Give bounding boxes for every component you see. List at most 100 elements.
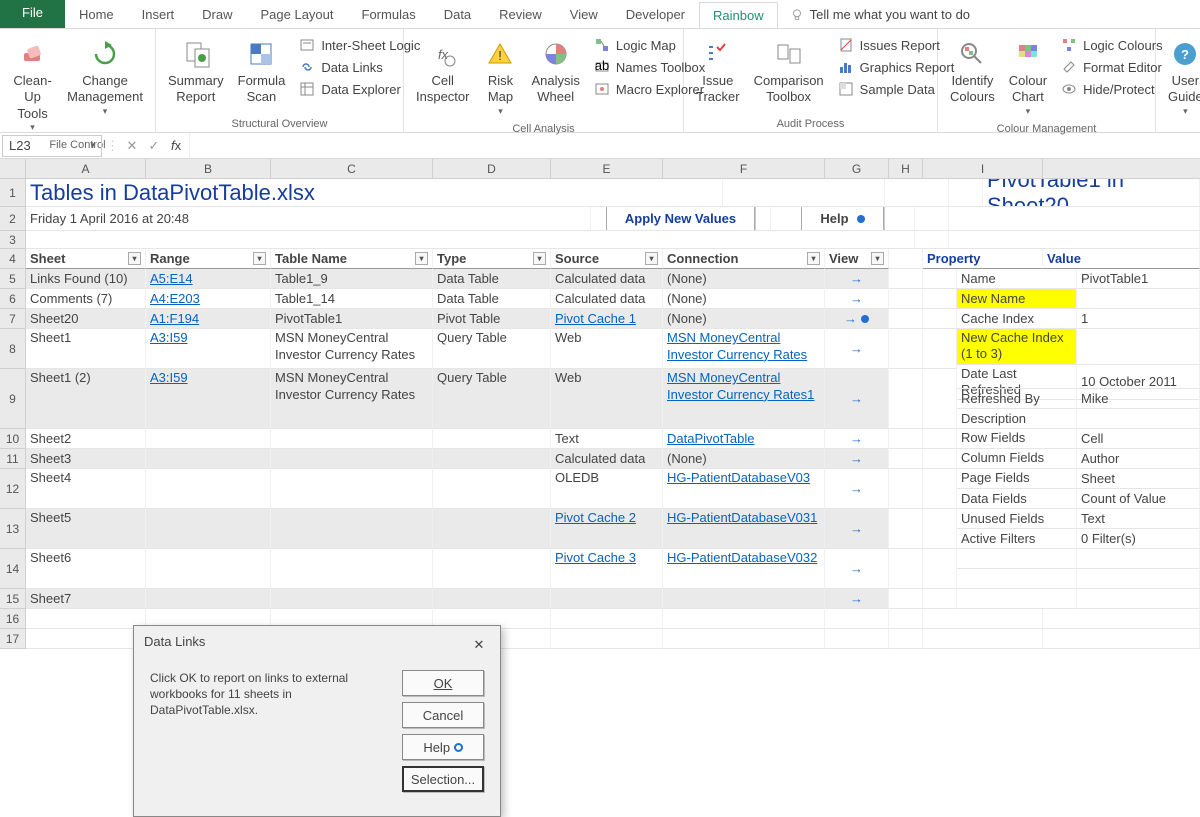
cell-link[interactable]: MSN MoneyCentral Investor Currency Rates… <box>667 370 820 404</box>
colour-chart-button[interactable]: Colour Chart▾ <box>1003 33 1053 121</box>
summary-report-button[interactable]: Summary Report <box>162 33 230 110</box>
apply-new-values-button[interactable]: Apply New Values <box>606 207 755 231</box>
identify-colours-button[interactable]: Identify Colours <box>944 33 1001 110</box>
issue-tracker-button[interactable]: Issue Tracker <box>690 33 746 110</box>
tab-file[interactable]: File <box>0 0 65 28</box>
col-d[interactable]: D <box>433 159 551 179</box>
col-j[interactable] <box>1043 159 1200 179</box>
cleanup-tools-button[interactable]: Clean-Up Tools▾ <box>6 33 59 137</box>
row-2[interactable]: 2 <box>0 207 26 231</box>
value-cell <box>1043 609 1200 629</box>
cell-inspector-button[interactable]: fxCell Inspector <box>410 33 475 110</box>
cell-link[interactable]: DataPivotTable <box>667 431 754 446</box>
dialog-help-button[interactable]: Help <box>402 734 484 760</box>
risk-map-button[interactable]: !Risk Map▾ <box>477 33 523 121</box>
filter-source[interactable]: ▾ <box>645 252 658 265</box>
cell-link[interactable]: HG-PatientDatabaseV032 <box>667 550 817 567</box>
fx-icon[interactable]: fx <box>167 137 185 155</box>
cell-link[interactable]: A1:F194 <box>150 311 199 326</box>
filter-sheet[interactable]: ▾ <box>128 252 141 265</box>
tell-me[interactable]: Tell me what you want to do <box>778 1 982 28</box>
col-i[interactable]: I <box>923 159 1043 179</box>
hide-protect-button[interactable]: Hide/Protect <box>1055 79 1169 99</box>
row-header[interactable]: 17 <box>0 629 26 649</box>
name-box[interactable]: L23▾ <box>2 135 102 157</box>
tab-developer[interactable]: Developer <box>612 1 699 28</box>
formula-scan-button[interactable]: Formula Scan <box>232 33 292 110</box>
row-header[interactable]: 12 <box>0 469 26 509</box>
view-arrow-icon[interactable]: → <box>850 451 863 466</box>
cancel-edit-icon[interactable]: ✕ <box>123 137 141 155</box>
col-a[interactable]: A <box>26 159 146 179</box>
row-3[interactable]: 3 <box>0 231 26 249</box>
view-arrow-icon[interactable]: → <box>850 271 863 286</box>
tab-review[interactable]: Review <box>485 1 556 28</box>
view-arrow-icon[interactable]: → <box>850 341 863 356</box>
col-b[interactable]: B <box>146 159 271 179</box>
cell-link[interactable]: A4:E203 <box>150 291 200 306</box>
row-header[interactable]: 7 <box>0 309 26 329</box>
change-management-button[interactable]: Change Management▾ <box>61 33 149 121</box>
view-arrow-icon[interactable]: → <box>850 291 863 306</box>
row-header[interactable]: 13 <box>0 509 26 549</box>
cell-link[interactable]: A5:E14 <box>150 271 193 286</box>
row-header[interactable]: 9 <box>0 369 26 429</box>
select-all[interactable] <box>0 159 26 179</box>
filter-conn[interactable]: ▾ <box>807 252 820 265</box>
cell-link[interactable]: HG-PatientDatabaseV03 <box>667 470 810 487</box>
row-header[interactable]: 8 <box>0 329 26 369</box>
accept-edit-icon[interactable]: ✓ <box>145 137 163 155</box>
tab-view[interactable]: View <box>556 1 612 28</box>
view-arrow-icon[interactable]: → <box>850 431 863 446</box>
tab-data[interactable]: Data <box>430 1 485 28</box>
view-arrow-icon[interactable]: → <box>844 311 857 326</box>
cell-link[interactable]: MSN MoneyCentral Investor Currency Rates <box>667 330 820 364</box>
row-1[interactable]: 1 <box>0 179 26 207</box>
tab-page-layout[interactable]: Page Layout <box>247 1 348 28</box>
dialog-selection-button[interactable]: Selection... <box>402 766 484 792</box>
view-arrow-icon[interactable]: → <box>850 391 863 406</box>
tab-home[interactable]: Home <box>65 1 128 28</box>
view-arrow-icon[interactable]: → <box>850 591 863 606</box>
row-header[interactable]: 10 <box>0 429 26 449</box>
col-e[interactable]: E <box>551 159 663 179</box>
row-header[interactable]: 15 <box>0 589 26 609</box>
filter-name[interactable]: ▾ <box>415 252 428 265</box>
row-4[interactable]: 4 <box>0 249 26 269</box>
col-g[interactable]: G <box>825 159 889 179</box>
format-editor-button[interactable]: Format Editor <box>1055 57 1169 77</box>
cell-link[interactable]: Pivot Cache 1 <box>555 311 636 326</box>
cell-link[interactable]: Pivot Cache 2 <box>555 510 636 527</box>
row-header[interactable]: 5 <box>0 269 26 289</box>
filter-view[interactable]: ▾ <box>871 252 884 265</box>
help-button[interactable]: Help <box>801 207 883 231</box>
cell-link[interactable]: Pivot Cache 3 <box>555 550 636 567</box>
row-header[interactable]: 11 <box>0 449 26 469</box>
analysis-wheel-button[interactable]: Analysis Wheel <box>525 33 585 110</box>
row-header[interactable]: 16 <box>0 609 26 629</box>
filter-range[interactable]: ▾ <box>253 252 266 265</box>
cell-link[interactable]: A3:I59 <box>150 370 188 387</box>
filter-type[interactable]: ▾ <box>533 252 546 265</box>
tab-insert[interactable]: Insert <box>128 1 189 28</box>
row-header[interactable]: 14 <box>0 549 26 589</box>
comparison-toolbox-button[interactable]: Comparison Toolbox <box>748 33 830 110</box>
dialog-close-icon[interactable]: ✕ <box>468 634 490 656</box>
logic-colours-button[interactable]: Logic Colours <box>1055 35 1169 55</box>
formula-input[interactable] <box>189 133 1198 158</box>
dialog-ok-button[interactable]: OK <box>402 670 484 696</box>
user-guide-button[interactable]: ?User Guide▾ <box>1162 33 1200 121</box>
row-header[interactable]: 6 <box>0 289 26 309</box>
view-arrow-icon[interactable]: → <box>850 481 863 496</box>
tab-formulas[interactable]: Formulas <box>348 1 430 28</box>
col-h[interactable]: H <box>889 159 923 179</box>
view-arrow-icon[interactable]: → <box>850 561 863 576</box>
cell-link[interactable]: HG-PatientDatabaseV031 <box>667 510 817 527</box>
col-f[interactable]: F <box>663 159 825 179</box>
dialog-cancel-button[interactable]: Cancel <box>402 702 484 728</box>
cell-link[interactable]: A3:I59 <box>150 330 188 347</box>
tab-draw[interactable]: Draw <box>188 1 246 28</box>
view-arrow-icon[interactable]: → <box>850 521 863 536</box>
tab-rainbow[interactable]: Rainbow <box>699 2 778 28</box>
col-c[interactable]: C <box>271 159 433 179</box>
